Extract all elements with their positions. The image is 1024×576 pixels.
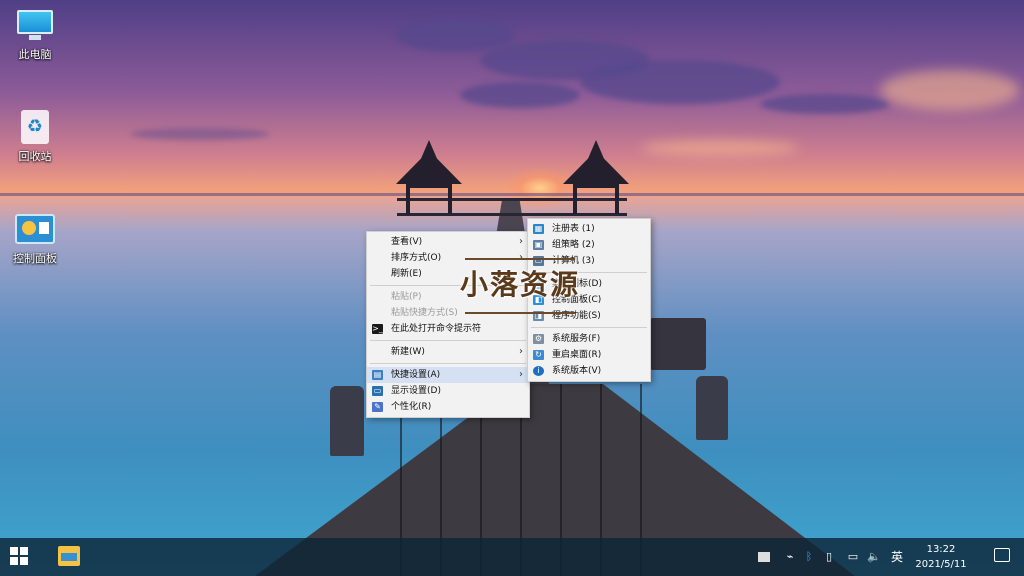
control-panel-icon: ◧ <box>533 295 544 305</box>
menu-item-label: 个性化(R) <box>391 402 432 412</box>
chevron-right-icon: › <box>519 236 523 247</box>
menu-item-refresh[interactable]: 刷新(E) <box>367 266 529 282</box>
menu-item-label: 桌面图标(D) <box>552 279 602 289</box>
volume-icon[interactable]: 🔈 <box>866 538 882 576</box>
menu-separator <box>531 327 647 328</box>
menu-item-paste-shortcut[interactable]: 粘贴快捷方式(S) <box>367 305 529 321</box>
submenu-item-desktop-icons[interactable]: ▢ 桌面图标(D) <box>528 276 650 292</box>
menu-item-label: 刷新(E) <box>391 269 422 279</box>
menu-item-label: 系统服务(F) <box>552 334 601 344</box>
computer-icon <box>15 8 55 42</box>
display-settings-icon: ▭ <box>372 386 383 396</box>
menu-item-label: 程序功能(S) <box>552 311 601 321</box>
menu-separator <box>370 285 526 286</box>
desktop-icon-recycle-bin[interactable]: ♻ 回收站 <box>0 110 70 164</box>
menu-item-label: 粘贴快捷方式(S) <box>391 308 458 318</box>
menu-item-view[interactable]: 查看(V) › <box>367 234 529 250</box>
quick-settings-icon: ▤ <box>372 370 383 380</box>
tray-app-icon[interactable] <box>756 538 772 576</box>
submenu-item-group-policy[interactable]: ▣ 组策略 (2) <box>528 237 650 253</box>
usb-device-icon[interactable]: ▯ <box>822 538 836 576</box>
personalize-icon: ✎ <box>372 402 383 412</box>
quick-settings-submenu: ▦ 注册表 (1) ▣ 组策略 (2) ▭ 计算机 (3) ▢ 桌面图标(D) … <box>527 218 651 382</box>
file-explorer-icon[interactable] <box>58 546 80 566</box>
menu-separator <box>370 340 526 341</box>
network-tray-icon[interactable]: ⌁ <box>782 538 798 576</box>
desktop-context-menu: 查看(V) › 排序方式(O) › 刷新(E) 粘贴(P) 粘贴快捷方式(S) … <box>366 231 530 418</box>
submenu-item-computer[interactable]: ▭ 计算机 (3) <box>528 253 650 269</box>
clock-date: 2021/5/11 <box>915 559 967 570</box>
menu-item-label: 重启桌面(R) <box>552 350 602 360</box>
menu-separator <box>531 272 647 273</box>
menu-item-label: 新建(W) <box>391 347 425 357</box>
start-button[interactable] <box>10 547 30 567</box>
menu-item-label: 粘贴(P) <box>391 292 422 302</box>
computer-manage-icon: ▭ <box>533 256 544 266</box>
submenu-item-registry[interactable]: ▦ 注册表 (1) <box>528 221 650 237</box>
clock-time: 13:22 <box>926 544 956 555</box>
registry-icon: ▦ <box>533 224 544 234</box>
menu-item-label: 排序方式(O) <box>391 253 442 263</box>
menu-item-new[interactable]: 新建(W) › <box>367 344 529 360</box>
desktop-icon-label: 此电脑 <box>18 48 52 61</box>
menu-item-label: 显示设置(D) <box>391 386 441 396</box>
menu-item-paste[interactable]: 粘贴(P) <box>367 289 529 305</box>
input-method-indicator[interactable]: 英 <box>888 538 906 576</box>
desktop-icon-label: 回收站 <box>18 150 52 163</box>
desktop-icon-control-panel[interactable]: 控制面板 <box>0 212 70 266</box>
group-policy-icon: ▣ <box>533 240 544 250</box>
menu-item-label: 系统版本(V) <box>552 366 602 376</box>
submenu-item-programs[interactable]: ◨ 程序功能(S) <box>528 308 650 324</box>
menu-item-label: 查看(V) <box>391 237 423 247</box>
desktop-icons-icon: ▢ <box>533 279 544 289</box>
chevron-right-icon: › <box>519 369 523 380</box>
menu-item-display-settings[interactable]: ▭ 显示设置(D) <box>367 383 529 399</box>
programs-icon: ◨ <box>533 311 544 321</box>
chevron-right-icon: › <box>519 252 523 263</box>
submenu-item-services[interactable]: ⚙ 系统服务(F) <box>528 331 650 347</box>
menu-item-label: 快捷设置(A) <box>391 370 441 380</box>
monitor-icon[interactable]: ▭ <box>845 538 861 576</box>
recycle-bin-icon: ♻ <box>15 110 55 144</box>
menu-item-open-cmd[interactable]: >_ 在此处打开命令提示符 <box>367 321 529 337</box>
menu-item-quick-settings[interactable]: ▤ 快捷设置(A) › <box>367 367 529 383</box>
menu-item-sort[interactable]: 排序方式(O) › <box>367 250 529 266</box>
menu-item-label: 计算机 (3) <box>552 256 595 266</box>
submenu-item-system-version[interactable]: i 系统版本(V) <box>528 363 650 379</box>
menu-item-label: 在此处打开命令提示符 <box>391 324 482 334</box>
info-icon: i <box>533 366 544 376</box>
menu-item-label: 组策略 (2) <box>552 240 595 250</box>
submenu-item-control-panel[interactable]: ◧ 控制面板(C) <box>528 292 650 308</box>
restart-icon: ↻ <box>533 350 544 360</box>
menu-separator <box>370 363 526 364</box>
taskbar-clock[interactable]: 13:22 2021/5/11 <box>906 542 976 572</box>
menu-item-label: 注册表 (1) <box>552 224 595 234</box>
control-panel-icon <box>15 212 55 246</box>
menu-item-label: 控制面板(C) <box>552 295 602 305</box>
chevron-right-icon: › <box>519 346 523 357</box>
services-icon: ⚙ <box>533 334 544 344</box>
desktop-icon-label: 控制面板 <box>13 252 57 265</box>
taskbar: ⌁ ᛒ ▯ ▭ 🔈 英 13:22 2021/5/11 <box>0 538 1024 576</box>
command-prompt-icon: >_ <box>372 324 383 334</box>
menu-item-personalize[interactable]: ✎ 个性化(R) <box>367 399 529 415</box>
bluetooth-icon[interactable]: ᛒ <box>802 538 816 576</box>
notification-center-icon[interactable] <box>994 548 1010 562</box>
submenu-item-restart-desktop[interactable]: ↻ 重启桌面(R) <box>528 347 650 363</box>
desktop-icon-this-pc[interactable]: 此电脑 <box>0 8 70 62</box>
